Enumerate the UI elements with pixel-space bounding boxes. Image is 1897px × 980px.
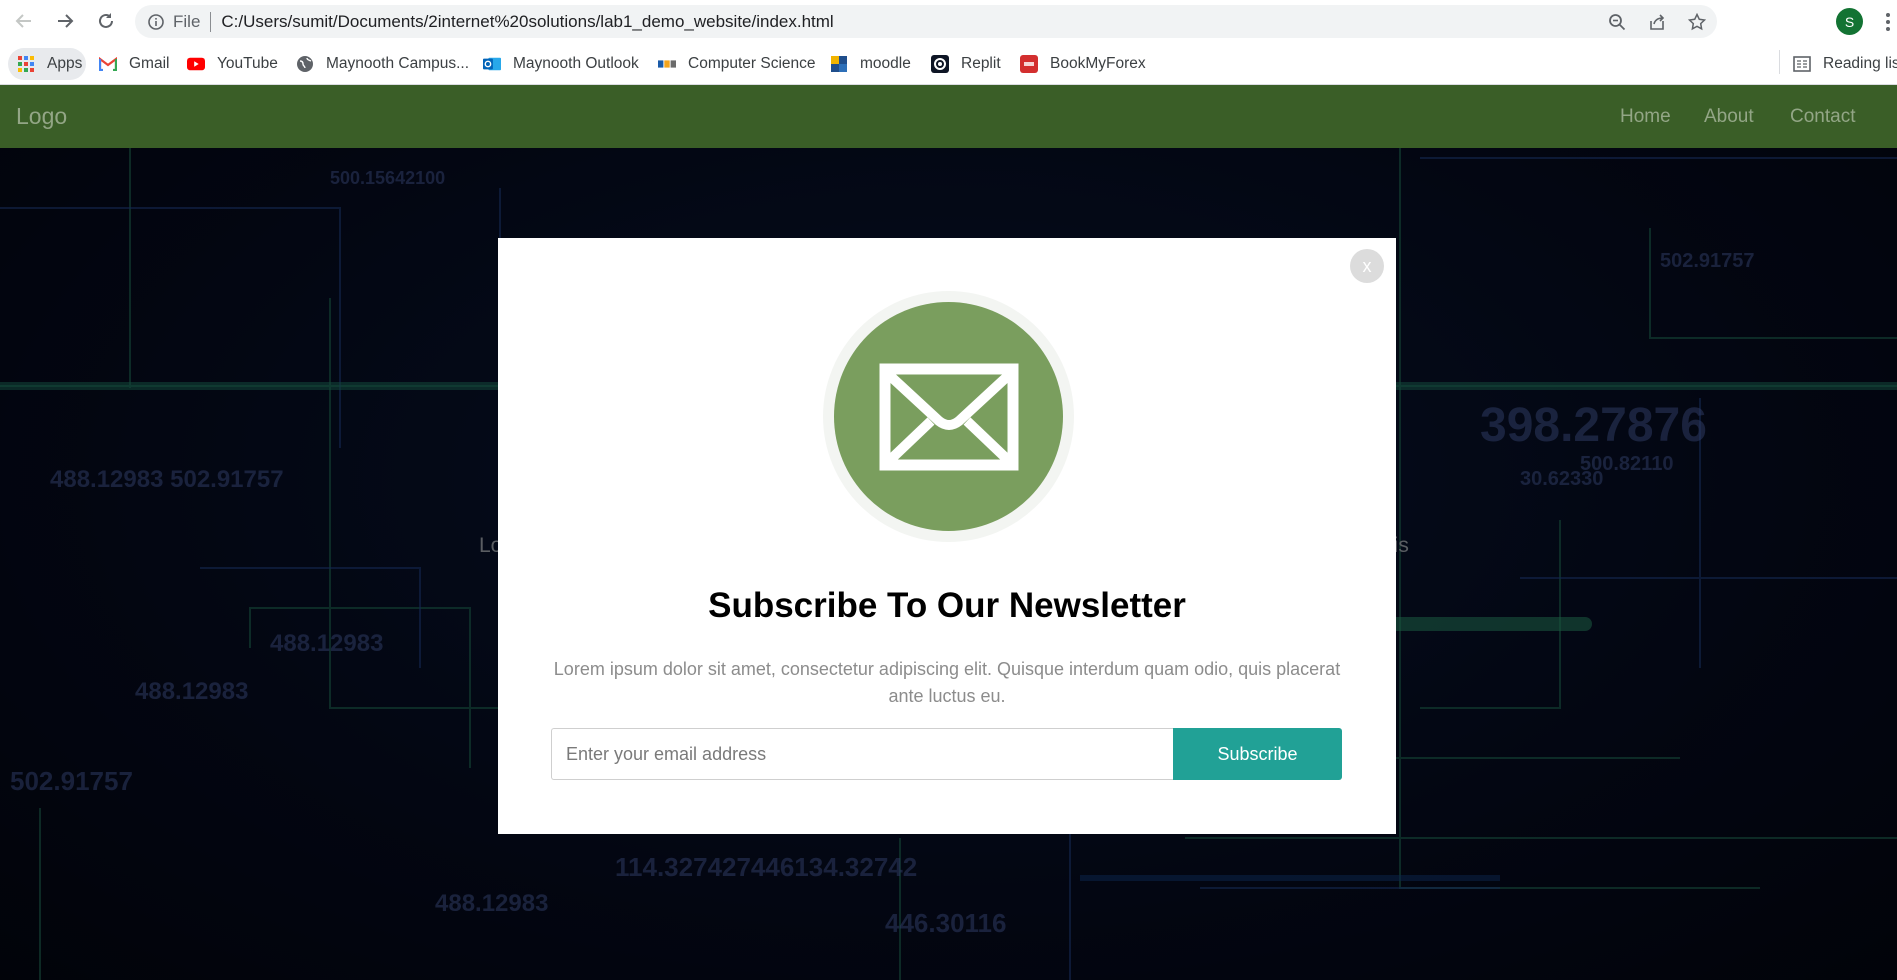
bookmark-label: BookMyForex <box>1050 55 1146 72</box>
bookmark-bookmyforex[interactable]: BookMyForex <box>1020 48 1146 80</box>
nav-home[interactable]: Home <box>1620 106 1671 128</box>
email-field[interactable] <box>551 728 1173 780</box>
divider <box>1779 50 1780 74</box>
bookmark-label: Computer Science <box>688 55 816 72</box>
menu-dots-icon[interactable] <box>1878 8 1897 35</box>
bookmark-label: Apps <box>47 55 83 72</box>
bookmark-maynooth-campus[interactable]: Maynooth Campus... <box>296 48 469 80</box>
bookmarks-bar: Apps Gmail YouTube Maynooth Campus... Ma… <box>0 43 1897 85</box>
bookmark-label: moodle <box>860 55 911 72</box>
bookmark-moodle[interactable]: moodle <box>830 48 911 80</box>
bookmark-label: Gmail <box>129 55 170 72</box>
share-icon[interactable] <box>1637 5 1677 38</box>
reading-list[interactable]: Reading list <box>1793 48 1897 80</box>
modal-title: Subscribe To Our Newsletter <box>708 586 1186 625</box>
bookmark-label: YouTube <box>217 55 278 72</box>
address-bar[interactable]: File C:/Users/sumit/Documents/2internet%… <box>135 5 1717 38</box>
reading-list-label: Reading list <box>1823 55 1897 72</box>
youtube-icon <box>187 55 205 73</box>
bookmark-replit[interactable]: Replit <box>931 48 1001 80</box>
envelope-badge <box>823 291 1074 542</box>
reading-list-icon <box>1793 55 1811 73</box>
url-scheme: File <box>173 11 201 31</box>
bookmark-maynooth-outlook[interactable]: Maynooth Outlook <box>483 48 639 80</box>
newsletter-modal: x Subscribe To Our Newsletter Lorem ipsu… <box>498 238 1396 834</box>
divider <box>210 11 212 32</box>
url-text[interactable]: C:/Users/sumit/Documents/2internet%20sol… <box>221 12 833 32</box>
zoom-icon[interactable] <box>1597 5 1637 38</box>
bookmark-computer-science[interactable]: Computer Science <box>658 48 816 80</box>
nav-about[interactable]: About <box>1704 106 1754 128</box>
site-logo[interactable]: Logo <box>16 103 67 130</box>
cs-icon <box>658 55 676 73</box>
outlook-icon <box>483 55 501 73</box>
bookmark-youtube[interactable]: YouTube <box>187 48 278 80</box>
bookmark-star-icon[interactable] <box>1677 5 1717 38</box>
bookmyforex-icon <box>1020 55 1038 73</box>
back-arrow-icon[interactable] <box>4 1 44 41</box>
forward-arrow-icon[interactable] <box>45 1 85 41</box>
modal-description: Lorem ipsum dolor sit amet, consectetur … <box>553 659 1341 706</box>
profile-avatar[interactable]: S <box>1836 8 1863 35</box>
browser-toolbar: File C:/Users/sumit/Documents/2internet%… <box>0 0 1897 43</box>
reload-icon[interactable] <box>86 1 126 41</box>
globe-icon <box>296 55 314 73</box>
bookmark-gmail[interactable]: Gmail <box>99 48 169 80</box>
bookmark-label: Maynooth Outlook <box>513 55 639 72</box>
subscribe-button[interactable]: Subscribe <box>1173 728 1342 780</box>
moodle-icon <box>830 55 848 73</box>
close-button[interactable]: x <box>1350 249 1384 283</box>
envelope-icon <box>834 302 1063 531</box>
bookmark-label: Maynooth Campus... <box>326 55 470 72</box>
apps-grid-icon <box>17 55 35 73</box>
site-navbar: Logo Home About Contact <box>0 85 1897 148</box>
nav-contact[interactable]: Contact <box>1790 106 1855 128</box>
bookmark-apps[interactable]: Apps <box>17 48 82 80</box>
bookmark-label: Replit <box>961 55 1001 72</box>
info-icon[interactable] <box>147 13 165 31</box>
replit-icon <box>931 55 949 73</box>
gmail-icon <box>99 55 117 73</box>
